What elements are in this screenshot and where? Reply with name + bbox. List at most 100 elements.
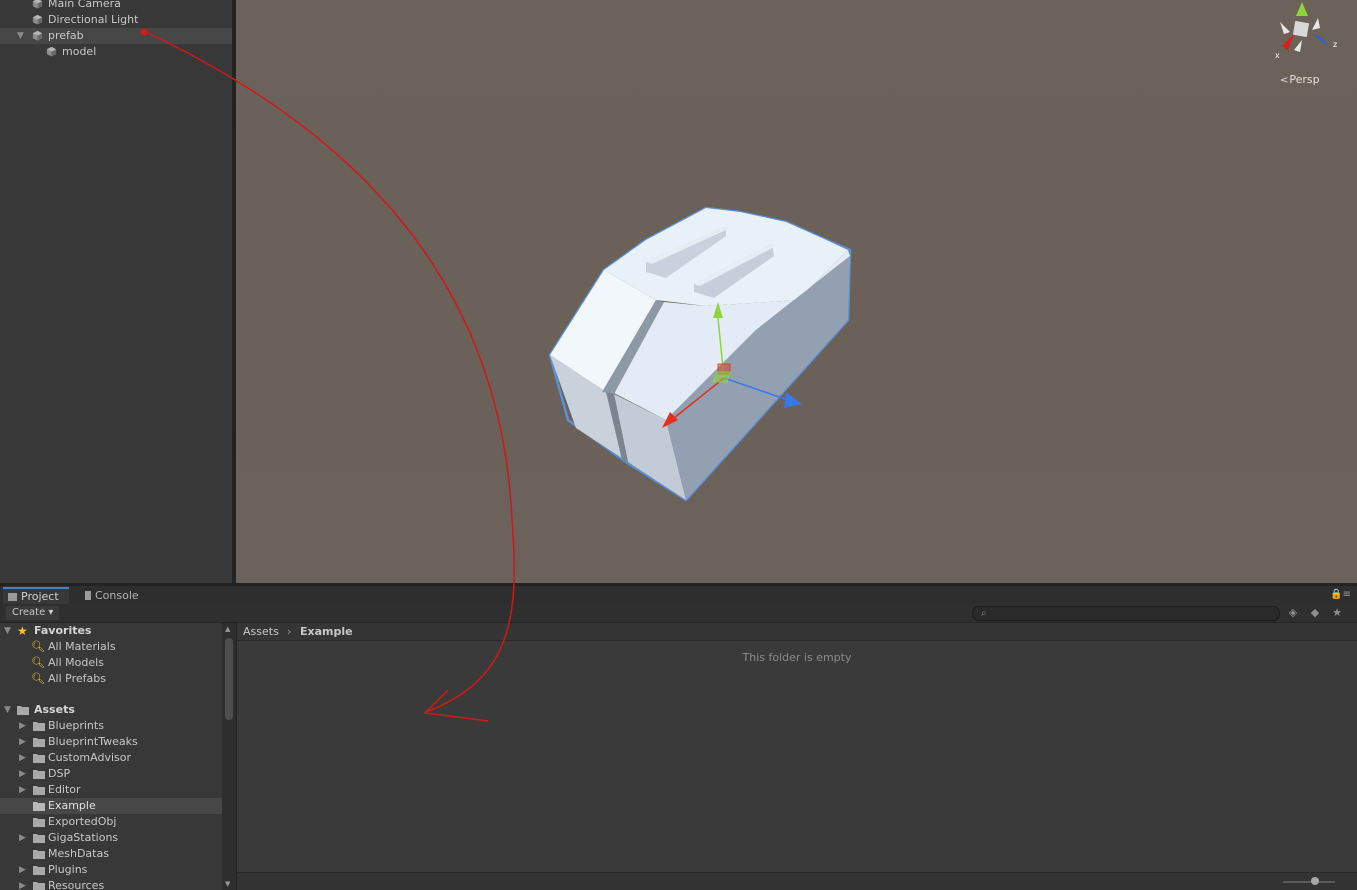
expand-triangle-icon[interactable]: ▶ [19,782,26,798]
folder-item-exportedobj[interactable]: ExportedObj [0,814,222,830]
empty-folder-message: This folder is empty [742,651,852,664]
tab-label: Project [21,590,59,603]
gameobject-cube-icon [32,14,43,25]
folder-icon [33,802,45,811]
project-status-bar [237,872,1357,890]
expand-triangle-icon[interactable]: ▼ [4,702,11,718]
folder-icon [33,770,45,779]
folder-item-resources[interactable]: ▶ Resources [0,878,222,890]
favorites-label: Favorites [34,624,92,637]
svg-text:z: z [1333,40,1337,49]
hierarchy-panel: Main Camera Directional Light ▼ prefab m… [0,0,232,583]
folder-tree-scrollbar[interactable]: ▲ ▼ [222,623,236,890]
expand-triangle-icon[interactable]: ▶ [19,750,26,766]
folder-label: Example [48,799,96,812]
folder-item-editor[interactable]: ▶ Editor [0,782,222,798]
folder-label: CustomAdvisor [48,751,132,764]
console-icon [85,591,91,600]
hierarchy-item-model[interactable]: model [0,44,232,60]
expand-triangle-icon[interactable]: ▼ [4,623,11,639]
folder-label: GigaStations [48,831,119,844]
folder-icon [33,722,45,731]
hierarchy-item-prefab[interactable]: ▼ prefab [0,28,232,44]
gameobject-cube-icon [46,46,57,57]
filter-by-type-icon[interactable]: ◈ [1285,606,1301,620]
expand-triangle-icon[interactable]: ▶ [19,718,26,734]
expand-triangle-icon[interactable]: ▼ [17,28,24,44]
folder-icon [33,818,45,827]
lock-menu-icon[interactable]: 🔒≡ [1330,589,1351,600]
folder-item-blueprints[interactable]: ▶ Blueprints [0,718,222,734]
scroll-up-icon[interactable]: ▲ [225,625,230,633]
folder-icon [33,786,45,795]
folder-item-dsp[interactable]: ▶ DSP [0,766,222,782]
project-contents[interactable]: Assets › Example This folder is empty [237,623,1357,890]
assets-label: Assets [34,703,75,716]
favorite-item[interactable]: 🔍︎ All Materials [0,639,222,655]
expand-triangle-icon[interactable]: ▶ [19,862,26,878]
favorites-header[interactable]: ▼ ★ Favorites [0,623,222,639]
icon-size-slider[interactable] [1283,877,1335,885]
favorite-label: All Materials [48,640,116,653]
folder-icon [33,754,45,763]
search-favorite-icon: 🔍︎ [31,656,45,669]
breadcrumb: Assets › Example [237,623,1357,641]
scene-view[interactable]: x z <Persp [236,0,1357,583]
tab-project[interactable]: Project [3,587,69,604]
folder-item-example[interactable]: Example [0,798,222,814]
breadcrumb-example[interactable]: Example [300,623,353,640]
folder-item-gigastations[interactable]: ▶ GigaStations [0,830,222,846]
project-tab-bar: Project Console 🔒≡ [0,586,1357,604]
scene-canvas[interactable] [236,0,1357,583]
hierarchy-item-label: prefab [48,29,84,42]
folder-label: Plugins [48,863,88,876]
folder-label: Blueprints [48,719,104,732]
folder-item-blueprinttweaks[interactable]: ▶ BlueprintTweaks [0,734,222,750]
slider-thumb[interactable] [1311,877,1319,885]
favorite-star-icon[interactable]: ★ [1329,606,1345,620]
folder-label: Editor [48,783,81,796]
expand-triangle-icon[interactable]: ▶ [19,766,26,782]
folder-item-meshdatas[interactable]: MeshDatas [0,846,222,862]
filter-by-label-icon[interactable]: ◆ [1307,606,1323,620]
folder-label: ExportedObj [48,815,117,828]
gameobject-cube-icon [32,30,43,41]
folder-label: DSP [48,767,71,780]
expand-triangle-icon[interactable]: ▶ [19,878,26,890]
folder-icon [33,850,45,859]
breadcrumb-separator-icon: › [287,625,292,638]
create-label: Create [12,607,46,618]
breadcrumb-assets[interactable]: Assets [243,623,279,640]
folder-item-customadvisor[interactable]: ▶ CustomAdvisor [0,750,222,766]
selected-model[interactable] [548,206,852,502]
star-icon: ★ [17,624,28,638]
tab-label: Console [95,589,139,602]
scrollbar-thumb[interactable] [225,638,233,720]
favorite-label: All Models [48,656,104,669]
expand-triangle-icon[interactable]: ▶ [19,830,26,846]
favorite-item[interactable]: 🔍︎ All Prefabs [0,671,222,687]
folder-label: BlueprintTweaks [48,735,138,748]
expand-triangle-icon[interactable]: ▶ [19,734,26,750]
favorite-item[interactable]: 🔍︎ All Models [0,655,222,671]
hierarchy-item-label: Directional Light [48,13,139,26]
tab-console[interactable]: Console [80,587,150,604]
assets-header[interactable]: ▼ Assets [0,702,222,718]
folder-item-plugins[interactable]: ▶ Plugins [0,862,222,878]
persp-chevron-icon: < [1280,75,1289,86]
search-icon: ⌕ [981,608,987,619]
favorite-label: All Prefabs [48,672,106,685]
folder-icon [33,866,45,875]
hierarchy-item-main-camera[interactable]: Main Camera [0,0,232,12]
folder-icon [33,738,45,747]
orientation-gizmo[interactable]: x z [1272,0,1352,70]
search-input[interactable]: ⌕ [972,606,1280,621]
hierarchy-item-directional-light[interactable]: Directional Light [0,12,232,28]
folder-label: Resources [48,879,105,890]
projection-toggle[interactable]: <Persp [1280,73,1320,86]
hierarchy-item-label: Main Camera [48,0,121,10]
create-button[interactable]: Create ▾ [6,606,60,620]
hierarchy-item-label: model [62,45,97,58]
folder-icon [17,706,29,715]
scroll-down-icon[interactable]: ▼ [225,880,230,888]
